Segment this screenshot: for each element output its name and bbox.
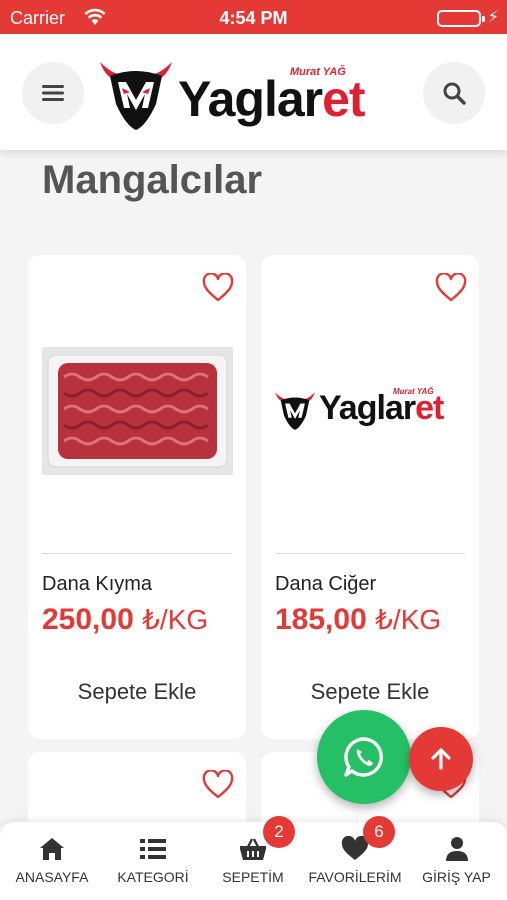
nav-item-login[interactable]: GİRİŞ YAP [406,822,507,900]
nav-item-category[interactable]: KATEGORİ [104,822,202,900]
whatsapp-icon [344,737,383,777]
product-card[interactable]: Dana Kıyma 250,00 ₺/KG Sepete Ekle [28,255,246,739]
brand-logo[interactable]: Murat YAĞ Yaglaret [96,52,416,138]
card-divider [275,553,465,554]
nav-label: GİRİŞ YAP [422,869,491,885]
logo-wordmark: Yaglaret [319,389,444,427]
favorite-heart-icon[interactable] [202,770,234,800]
menu-button[interactable] [22,62,84,124]
basket-icon [240,838,266,860]
hamburger-menu-icon [42,85,64,101]
product-image-ground-beef [42,347,233,475]
nav-label: ANASAYFA [15,869,89,885]
nav-item-cart[interactable]: 2 SEPETİM [202,816,304,900]
cart-count-badge: 2 [263,816,295,848]
whatsapp-button[interactable] [317,710,411,804]
user-icon [445,837,468,861]
product-card[interactable]: Murat YAĞ Yaglaret Dana Ciğer 185,00 ₺/K… [261,255,479,739]
arrow-up-icon [431,748,451,770]
nav-item-favorites[interactable]: 6 FAVORİLERİM [304,816,406,900]
favorites-count-badge: 6 [363,816,395,848]
search-icon [443,82,466,105]
search-button[interactable] [423,62,485,124]
product-name[interactable]: Dana Kıyma [42,573,152,596]
nav-label: KATEGORİ [117,869,189,885]
clock: 4:54 PM [219,8,288,28]
favorite-heart-icon[interactable] [202,273,234,303]
product-price: 185,00 ₺/KG [275,603,442,636]
scroll-to-top-button[interactable] [409,727,473,791]
bull-logo-icon [100,62,172,130]
list-icon [140,839,166,859]
logo-wordmark: Yaglaret [178,71,366,127]
favorite-heart-icon[interactable] [435,273,467,303]
nav-label: FAVORİLERİM [308,869,402,885]
bull-logo-icon [275,392,315,430]
bottom-navigation: ANASAYFA KATEGORİ 2 SEPETİM 6 FAVORİLERİ… [0,816,507,900]
status-bar: Carrier 4:54 PM ⚡ [0,0,507,34]
home-icon [40,838,64,860]
page-title: Mangalcılar [42,158,263,202]
product-name[interactable]: Dana Ciğer [275,573,376,596]
nav-item-home[interactable]: ANASAYFA [0,822,104,900]
add-to-cart-button[interactable]: Sepete Ekle [28,679,246,705]
battery-icon [437,10,485,27]
card-divider [42,553,232,554]
add-to-cart-button[interactable]: Sepete Ekle [261,679,479,705]
nav-label: SEPETİM [222,869,284,885]
app-header: Murat YAĞ Yaglaret [0,34,507,150]
product-image-placeholder-logo: Murat YAĞ Yaglaret [273,387,469,433]
charging-icon: ⚡ [487,9,499,26]
product-price: 250,00 ₺/KG [42,603,209,636]
